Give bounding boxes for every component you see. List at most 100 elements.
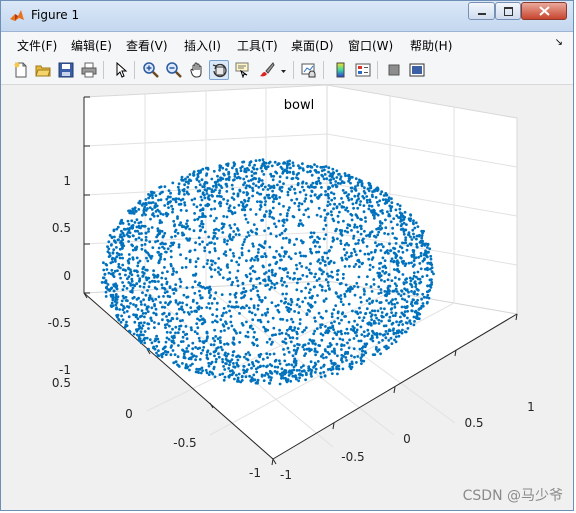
scatter-point: [340, 318, 343, 322]
hide-plot-tools-button[interactable]: [384, 60, 404, 80]
menu-edit[interactable]: 编辑(E): [71, 37, 112, 54]
scatter-point: [313, 169, 317, 172]
scatter-point: [163, 306, 167, 309]
scatter-point: [211, 237, 215, 240]
scatter-point: [127, 228, 131, 232]
colorbar-button[interactable]: [331, 60, 351, 80]
scatter-point: [310, 185, 314, 189]
scatter-point: [351, 287, 354, 290]
rotate-3d-button[interactable]: [209, 60, 229, 80]
scatter-point: [301, 185, 304, 189]
scatter-point: [339, 177, 342, 181]
scatter-point: [177, 365, 181, 368]
show-plot-tools-button[interactable]: [407, 60, 427, 80]
scatter-point: [190, 352, 194, 356]
scatter-point: [370, 334, 374, 338]
minimize-button[interactable]: [468, 2, 495, 20]
scatter-point: [219, 329, 223, 333]
menu-tools[interactable]: 工具(T): [237, 37, 278, 54]
scatter-point: [203, 230, 207, 234]
scatter-point: [352, 329, 356, 333]
dock-arrow-icon[interactable]: ↘: [555, 37, 563, 48]
scatter-point: [117, 252, 121, 256]
new-figure-button[interactable]: [11, 60, 31, 80]
scatter-point: [103, 273, 107, 276]
scatter-point: [310, 173, 314, 177]
y-tick-label: 0.5: [52, 376, 71, 390]
scatter-point: [156, 273, 160, 277]
scatter-point: [164, 277, 168, 280]
close-button[interactable]: [521, 2, 567, 20]
legend-button[interactable]: [353, 60, 373, 80]
pointer-button[interactable]: [111, 60, 131, 80]
zoom-out-button[interactable]: [164, 60, 184, 80]
pan-button[interactable]: [187, 60, 207, 80]
menu-insert[interactable]: 插入(I): [184, 37, 221, 54]
scatter-point: [194, 265, 198, 268]
scatter-point: [128, 235, 131, 239]
brush-button[interactable]: [257, 60, 277, 80]
scatter-point: [314, 353, 317, 357]
scatter-point: [373, 189, 376, 193]
menu-file[interactable]: 文件(F): [17, 37, 57, 54]
scatter-point: [261, 357, 265, 361]
scatter-point: [112, 228, 116, 232]
scatter-point: [190, 328, 193, 332]
scatter-point: [391, 329, 395, 332]
data-cursor-button[interactable]: [232, 60, 252, 80]
scatter-point: [213, 228, 216, 232]
scatter-point: [198, 289, 201, 293]
scatter-point: [201, 207, 205, 211]
scatter-point: [346, 209, 350, 213]
scatter-point: [215, 216, 218, 220]
scatter-point: [403, 305, 407, 309]
scatter-point: [183, 193, 186, 196]
scatter-point: [378, 267, 381, 270]
scatter-point: [219, 345, 223, 349]
scatter-point: [278, 328, 281, 332]
menu-desktop[interactable]: 桌面(D): [291, 37, 334, 54]
scatter-point: [293, 243, 296, 247]
link-plot-button[interactable]: [299, 60, 319, 80]
zoom-in-button[interactable]: [141, 60, 161, 80]
scatter-point: [206, 259, 210, 262]
menu-view[interactable]: 查看(V): [126, 37, 168, 54]
scatter-point: [176, 331, 180, 335]
scatter-point: [232, 164, 236, 168]
scatter-point: [409, 235, 412, 239]
scatter-point: [358, 203, 362, 207]
save-button[interactable]: [56, 60, 76, 80]
scatter-point: [247, 179, 251, 183]
scatter-point: [280, 258, 283, 262]
scatter-point: [167, 189, 171, 192]
scatter-point: [105, 268, 109, 271]
scatter-point: [383, 333, 387, 336]
scatter-point: [342, 247, 346, 251]
scatter-point: [377, 243, 381, 246]
save-icon: [58, 62, 74, 78]
scatter-point: [271, 194, 275, 197]
title-bar[interactable]: Figure 1: [1, 1, 573, 32]
brush-dropdown-button[interactable]: [278, 60, 288, 80]
scatter-point: [284, 332, 288, 336]
scatter-point: [318, 245, 321, 249]
scatter-point: [230, 259, 234, 262]
scatter-point: [281, 170, 285, 174]
scatter-point: [367, 257, 371, 261]
scatter-point: [243, 213, 247, 217]
scatter-point: [228, 224, 232, 227]
scatter-point: [152, 311, 156, 315]
scatter-point: [331, 367, 335, 371]
menu-window[interactable]: 窗口(W): [348, 37, 393, 54]
scatter-point: [240, 291, 244, 295]
plot-area[interactable]: bowl 1 0.5 0 -0.5 -1 0.5 0 -0.5 -1 -1 -0…: [1, 85, 574, 511]
scatter-point: [301, 162, 304, 166]
scatter-point: [233, 178, 236, 181]
scatter-point: [333, 202, 336, 206]
open-file-button[interactable]: [33, 60, 53, 80]
scatter-point: [365, 307, 369, 311]
print-button[interactable]: [79, 60, 99, 80]
maximize-button[interactable]: [495, 2, 521, 20]
scatter-point: [415, 311, 418, 314]
menu-help[interactable]: 帮助(H): [410, 37, 452, 54]
